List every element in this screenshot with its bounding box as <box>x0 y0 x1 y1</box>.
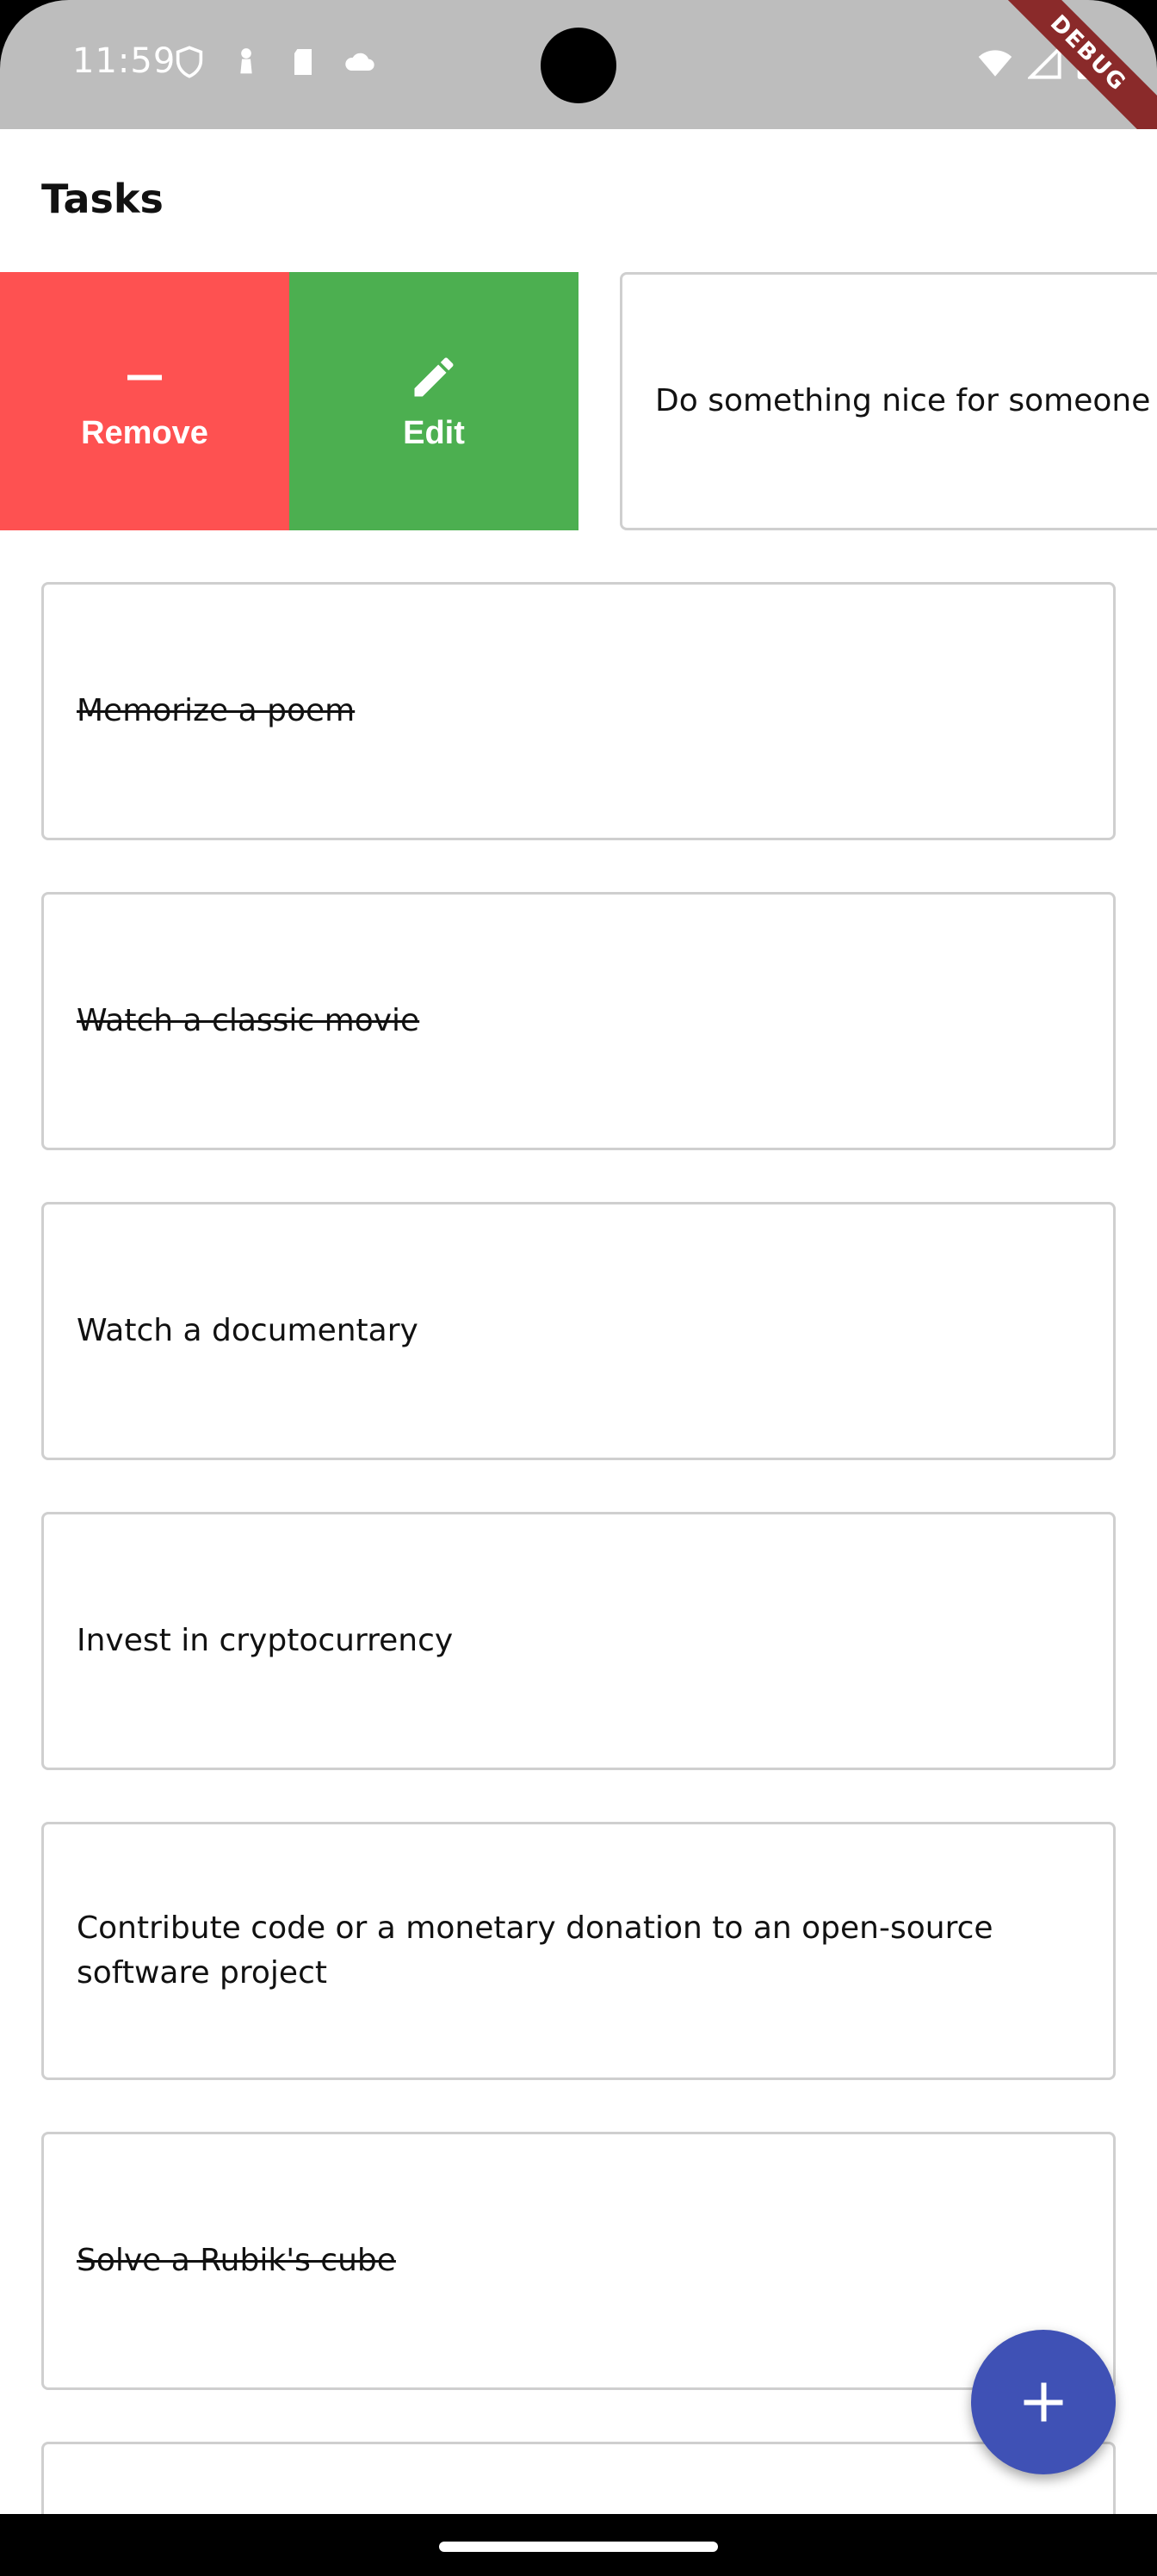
task-card[interactable]: Solve a Rubik's cube <box>41 2132 1116 2390</box>
task-card[interactable]: Memorize a poem <box>41 582 1116 840</box>
task-card[interactable]: Watch a classic movie <box>41 892 1116 1150</box>
camera-cutout <box>541 28 616 103</box>
task-text: Do something nice for someone <box>655 383 1151 418</box>
task-card[interactable]: Do something nice for someone <box>620 272 1157 530</box>
sd-card-icon <box>294 49 312 75</box>
notification-icons <box>172 45 377 79</box>
task-text: Memorize a poem <box>77 693 356 728</box>
signal-icon <box>1028 45 1061 79</box>
home-indicator[interactable] <box>439 2542 718 2552</box>
task-text: Watch a classic movie <box>77 1003 420 1038</box>
page-title: Tasks <box>41 176 164 222</box>
task-card[interactable]: Watch a documentary <box>41 1202 1116 1460</box>
edit-button[interactable]: Edit <box>289 272 578 530</box>
task-card[interactable]: Contribute code or a monetary donation t… <box>41 1822 1116 2080</box>
add-task-button[interactable] <box>971 2330 1116 2474</box>
remove-label: Remove <box>81 414 208 451</box>
task-card[interactable]: Invest in cryptocurrency <box>41 1512 1116 1770</box>
task-text: Watch a documentary <box>77 1313 418 1348</box>
status-time: 11:59 <box>72 41 176 81</box>
chess-pawn-icon <box>240 48 252 74</box>
cloud-icon <box>345 53 374 71</box>
status-bar: 11:59 DEBUG <box>0 0 1157 158</box>
edit-label: Edit <box>403 414 465 451</box>
pencil-icon <box>414 357 454 396</box>
task-text: Contribute code or a monetary donation t… <box>77 1910 993 1991</box>
remove-button[interactable]: Remove <box>0 272 289 530</box>
phone-screen: 11:59 DEBUG Tasks Remove Edit Do somethi… <box>0 0 1157 2576</box>
swiped-task-row[interactable]: Remove Edit Do something nice for someon… <box>0 272 1157 530</box>
plus-icon <box>1024 2382 1063 2422</box>
task-text: Solve a Rubik's cube <box>77 2243 396 2278</box>
shield-icon <box>176 46 203 78</box>
minus-icon <box>127 375 162 380</box>
app-content: Tasks Remove Edit Do something nice for … <box>0 129 1157 2514</box>
task-card[interactable] <box>41 2442 1116 2514</box>
task-text: Invest in cryptocurrency <box>77 1623 454 1658</box>
wifi-icon <box>978 50 1012 77</box>
